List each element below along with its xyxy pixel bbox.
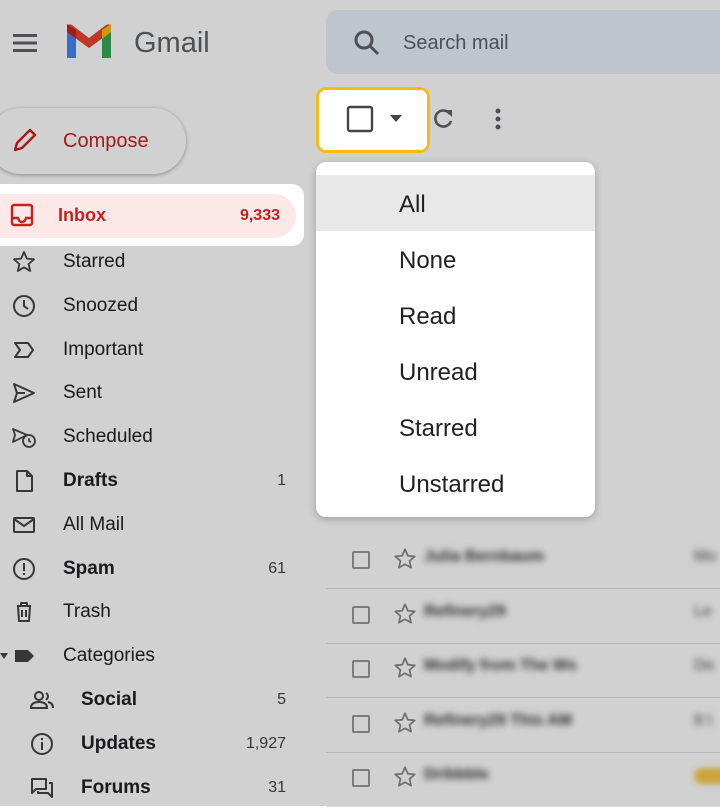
sidebar-item-inbox-label: Inbox <box>58 205 106 225</box>
row-checkbox[interactable] <box>352 660 370 679</box>
table-row[interactable]: Dribbble <box>326 752 720 808</box>
sidebar-item-label: Categories <box>63 645 155 667</box>
star-icon[interactable] <box>392 601 418 627</box>
star-icon <box>13 251 35 272</box>
row-subject: De <box>694 657 715 675</box>
select-option-none[interactable]: None <box>316 231 595 287</box>
table-row[interactable]: Refinery29 This AM 8 t <box>326 698 720 753</box>
row-subject: Le <box>694 602 712 620</box>
sidebar-item-label: Forums <box>81 776 151 798</box>
row-checkbox[interactable] <box>352 769 370 788</box>
select-option-label: Unread <box>399 359 478 386</box>
gmail-logo-icon[interactable] <box>64 22 114 62</box>
search-input[interactable]: Search mail <box>403 30 509 56</box>
select-option-label: Unstarred <box>399 471 505 498</box>
sidebar-item-categories[interactable]: Categories <box>0 633 300 677</box>
search-icon[interactable] <box>352 28 382 58</box>
forum-icon <box>31 777 53 798</box>
sidebar-item-social[interactable]: Social 5 <box>0 677 300 721</box>
scheduled-icon <box>12 428 36 449</box>
label-icon <box>15 650 34 663</box>
sidebar-item-sent[interactable]: Sent <box>0 370 300 414</box>
draft-icon <box>16 470 33 492</box>
sidebar-item-label: Scheduled <box>63 426 153 448</box>
select-option-label: None <box>399 247 457 274</box>
sidebar-item-label: Spam <box>63 557 115 579</box>
inbox-icon <box>10 203 34 227</box>
main-menu-icon[interactable] <box>10 28 40 58</box>
select-option-label: Read <box>399 303 457 330</box>
row-subject: 8 t <box>694 711 712 729</box>
people-icon <box>30 691 54 709</box>
refresh-icon[interactable] <box>430 106 456 132</box>
row-sender: Refinery29 <box>424 602 506 620</box>
row-sender: Refinery29 This AM <box>424 711 572 729</box>
compose-label: Compose <box>63 130 149 152</box>
gmail-wordmark: Gmail <box>134 27 210 59</box>
select-option-all[interactable]: All <box>316 175 595 231</box>
sidebar-item-all-mail[interactable]: All Mail <box>0 502 300 546</box>
row-label-chip <box>694 768 720 785</box>
star-icon[interactable] <box>392 764 418 790</box>
star-icon[interactable] <box>392 655 418 681</box>
sidebar-item-label: Snoozed <box>63 294 139 316</box>
select-option-label: Starred <box>399 415 478 442</box>
row-subject: Mo <box>694 548 717 565</box>
sidebar-item-count: 5 <box>277 691 286 708</box>
select-option-unstarred[interactable]: Unstarred <box>316 455 595 511</box>
sidebar-item-label: Starred <box>63 251 126 272</box>
select-option-starred[interactable]: Starred <box>316 399 595 455</box>
mail-icon <box>13 516 35 533</box>
important-icon <box>14 341 34 358</box>
sidebar-item-forums[interactable]: Forums 31 <box>0 765 300 809</box>
star-icon[interactable] <box>392 710 418 736</box>
select-option-label: All <box>399 191 426 218</box>
send-icon <box>13 383 35 404</box>
search-bar[interactable] <box>326 10 720 74</box>
sidebar-item-count: 1 <box>277 472 286 489</box>
table-row[interactable]: Modify from The Ws De <box>326 643 720 699</box>
select-option-read[interactable]: Read <box>316 287 595 343</box>
expand-caret-icon[interactable] <box>0 652 8 660</box>
sidebar-item-label: Drafts <box>63 470 118 491</box>
row-checkbox[interactable] <box>352 714 370 733</box>
pencil-icon <box>13 128 37 152</box>
info-icon <box>31 732 53 755</box>
row-sender: Dribbble <box>424 766 489 784</box>
sidebar-item-label: Sent <box>63 382 103 404</box>
row-sender: Modify from The Ws <box>424 657 577 675</box>
sidebar-item-label: Social <box>81 689 137 710</box>
sidebar-item-inbox-count: 9,333 <box>239 207 280 224</box>
chevron-down-icon[interactable] <box>388 113 404 123</box>
sidebar-item-count: 1,927 <box>245 734 286 752</box>
row-checkbox[interactable] <box>352 605 370 624</box>
sidebar-item-label: Important <box>63 338 144 360</box>
row-checkbox[interactable] <box>352 551 370 569</box>
sidebar-item-scheduled[interactable]: Scheduled <box>0 414 300 458</box>
sidebar-item-count: 31 <box>268 778 286 796</box>
sidebar-item-label: All Mail <box>63 513 125 535</box>
sidebar-item-label: Trash <box>63 601 111 623</box>
more-vert-icon[interactable] <box>486 106 510 132</box>
star-icon[interactable] <box>392 546 418 572</box>
sidebar-item-spam[interactable]: Spam 61 <box>0 546 300 590</box>
table-row[interactable]: Julia Bernbaum Mo <box>326 534 720 589</box>
sidebar-item-snoozed[interactable]: Snoozed <box>0 283 300 327</box>
sidebar-item-label: Updates <box>81 732 156 754</box>
select-option-unread[interactable]: Unread <box>316 343 595 399</box>
select-dropdown-menu: All None Read Unread Starred Unstarred <box>316 162 595 517</box>
row-sender: Julia Bernbaum <box>424 548 545 565</box>
sidebar-item-important[interactable]: Important <box>0 327 300 371</box>
sidebar-item-drafts[interactable]: Drafts 1 <box>0 458 300 502</box>
checkbox-icon[interactable] <box>346 105 374 133</box>
trash-icon <box>17 602 31 623</box>
spam-icon <box>13 557 35 580</box>
clock-icon <box>13 294 35 317</box>
table-row[interactable]: Refinery29 Le <box>326 589 720 644</box>
sidebar-item-trash[interactable]: Trash <box>0 589 300 633</box>
sidebar-item-updates[interactable]: Updates 1,927 <box>0 721 300 765</box>
sidebar-item-count: 61 <box>268 559 286 577</box>
